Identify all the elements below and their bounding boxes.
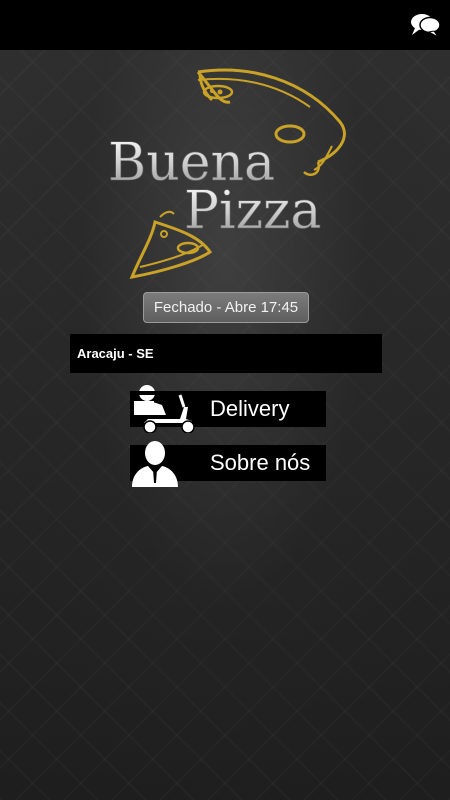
- top-bar: [0, 0, 450, 50]
- delivery-button[interactable]: Delivery: [130, 385, 326, 433]
- location-bar[interactable]: Aracaju - SE: [70, 334, 382, 373]
- buena-pizza-logo: Buena Pizza: [108, 68, 346, 279]
- about-button[interactable]: Sobre nós: [130, 441, 326, 487]
- brand-line-2: Pizza: [184, 181, 321, 241]
- about-label: Sobre nós: [210, 450, 311, 475]
- chat-button[interactable]: [408, 8, 442, 42]
- person-silhouette-icon: [132, 441, 178, 487]
- delivery-scooter-icon: [134, 385, 195, 433]
- delivery-label: Delivery: [210, 396, 290, 421]
- chat-bubbles-icon: [411, 14, 441, 38]
- opening-status-badge: Fechado - Abre 17:45: [143, 292, 309, 323]
